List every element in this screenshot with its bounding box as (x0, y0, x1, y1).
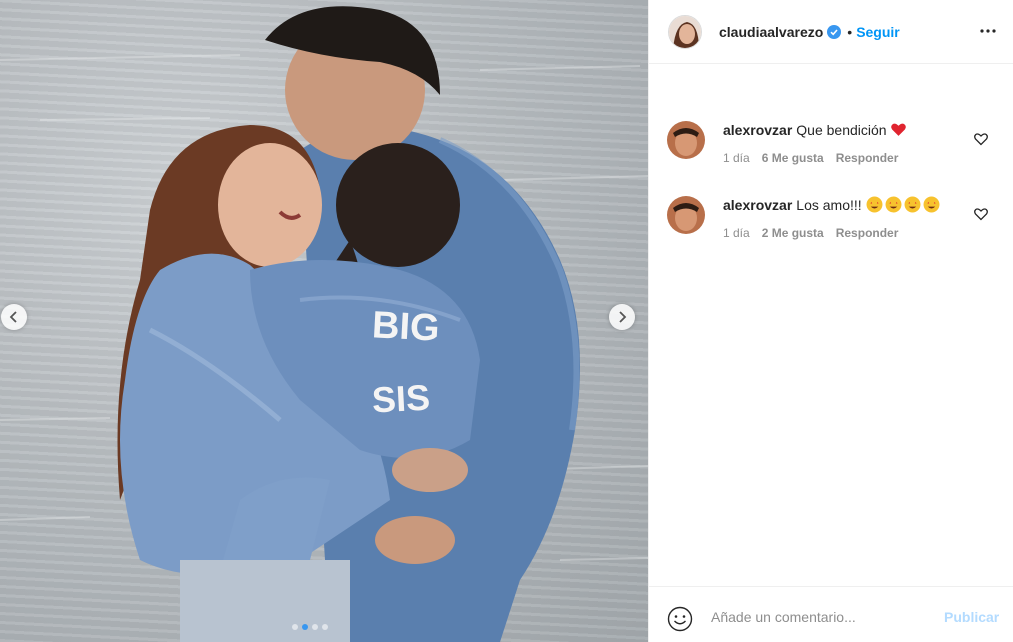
comment-input[interactable] (711, 606, 931, 628)
carousel-dot (292, 624, 298, 630)
comment-meta: 1 día 6 Me gusta Responder (723, 151, 963, 165)
reply-button[interactable]: Responder (836, 151, 899, 165)
jacket-text-big: BIG (370, 304, 441, 350)
verified-badge-icon (827, 24, 842, 39)
publish-button[interactable]: Publicar (944, 609, 999, 625)
emoji-picker-icon[interactable] (667, 606, 693, 632)
avatar-image (669, 15, 701, 48)
star-struck-emoji-icon (923, 196, 940, 213)
avatar-image (667, 121, 705, 159)
post-header: claudiaalvarezo • Seguir (649, 0, 1013, 64)
chevron-left-icon (9, 311, 17, 323)
author-username[interactable]: claudiaalvarezo (719, 24, 823, 40)
comment-username[interactable]: alexrovzar (723, 197, 792, 213)
next-photo-button[interactable] (609, 304, 635, 330)
comment-composer: Publicar (649, 586, 1013, 642)
comment-body: alexrovzar Los amo!!! 1 día 2 Me gusta Re… (723, 196, 963, 240)
star-struck-emoji-icon (885, 196, 902, 213)
comment-text-line: alexrovzar Que bendición (723, 121, 963, 139)
comment-item: alexrovzar Los amo!!! 1 día 2 Me gusta Re… (649, 196, 1013, 273)
comment-meta: 1 día 2 Me gusta Responder (723, 226, 963, 240)
comment-item: alexrovzar Que bendición 1 día 6 Me gusta… (649, 121, 1013, 198)
comment-username[interactable]: alexrovzar (723, 122, 792, 138)
more-options-icon (980, 29, 996, 33)
post-details-panel: claudiaalvarezo • Seguir alexrovzar Que … (648, 0, 1013, 642)
like-comment-heart-icon[interactable] (973, 131, 989, 147)
more-options-button[interactable] (977, 20, 999, 42)
star-struck-emoji-icon (866, 196, 883, 213)
comment-likes[interactable]: 2 Me gusta (762, 226, 824, 240)
commenter-avatar[interactable] (667, 196, 705, 234)
red-heart-emoji-icon (891, 123, 907, 136)
comment-body: alexrovzar Que bendición 1 día 6 Me gusta… (723, 121, 963, 165)
comment-text: Que bendición (796, 122, 887, 138)
family-photo (0, 6, 648, 642)
like-comment-heart-icon[interactable] (973, 206, 989, 222)
comment-text-line: alexrovzar Los amo!!! (723, 196, 963, 214)
jacket-text-sis: SIS (370, 376, 432, 421)
comment-text: Los amo!!! (796, 197, 862, 213)
comment-time[interactable]: 1 día (723, 226, 750, 240)
post-photo[interactable]: BIG SIS (0, 0, 648, 642)
header-separator: • (847, 23, 853, 40)
author-avatar[interactable] (668, 14, 702, 49)
avatar-image (667, 196, 705, 234)
carousel-dot-active (302, 624, 308, 630)
star-struck-emoji-icon (904, 196, 921, 213)
follow-button[interactable]: Seguir (856, 24, 900, 40)
reply-button[interactable]: Responder (836, 226, 899, 240)
chevron-right-icon (619, 311, 627, 323)
carousel-indicator (292, 624, 328, 630)
carousel-dot (322, 624, 328, 630)
comment-time[interactable]: 1 día (723, 151, 750, 165)
commenter-avatar[interactable] (667, 121, 705, 159)
carousel-dot (312, 624, 318, 630)
comment-likes[interactable]: 6 Me gusta (762, 151, 824, 165)
previous-photo-button[interactable] (1, 304, 27, 330)
